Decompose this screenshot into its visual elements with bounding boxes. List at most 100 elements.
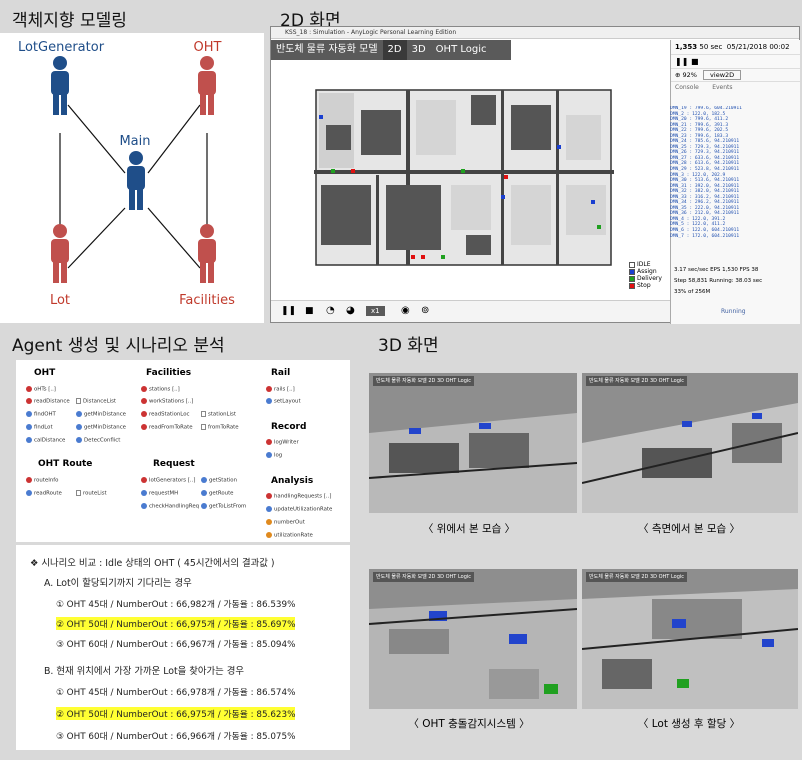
oht-item-ohts[interactable]: oHTs [..] (26, 386, 56, 393)
legend-swatch-idle (629, 261, 635, 268)
oop-modeling-panel: 객체지향 모델링 LotGenerator OHT Main Lot Facil… (0, 0, 266, 325)
panel4-heading: 3D 화면 (378, 336, 439, 356)
case-a-row-2: ② OHT 50대 / NumberOut : 66,975개 / 가동율 : … (56, 617, 296, 630)
caption-collision: 〈 OHT 충돌감지시스템 〉 (408, 718, 530, 730)
3d-lot-assign-image: 반도체 물류 자동화 모델 2D 3D OHT Logic (582, 569, 798, 709)
diagram-area (0, 33, 264, 323)
tab-oht-logic[interactable]: OHT Logic (431, 40, 492, 60)
req-item-checkhandlingreq[interactable]: checkHandlingReq (141, 503, 199, 510)
3d-lot-assign-tabs: 반도체 물류 자동화 모델 2D 3D OHT Logic (586, 572, 688, 582)
legend-delivery: Delivery (629, 275, 662, 282)
time-readout: 1,353 50 sec 05/21/2018 00:02 (675, 43, 790, 51)
oht-item-findoht[interactable]: findOHT (26, 411, 56, 418)
rail-item-rails[interactable]: rails [..] (266, 386, 295, 393)
slower-icon[interactable]: ◔ (326, 305, 335, 316)
tab-console[interactable]: Console (675, 84, 699, 91)
oht-item-detecconflict[interactable]: DetecConflict (76, 437, 120, 444)
req-item-gettolistfrom[interactable]: getToListFrom (201, 503, 246, 510)
route-item-readroute[interactable]: readRoute (26, 490, 62, 497)
running-status: Running (721, 308, 746, 315)
analysis-section-title: Analysis (271, 476, 314, 486)
oht-item-getmindistance[interactable]: getMinDistance (76, 411, 126, 418)
scenario-title: ❖ 시나리오 비교 : Idle 상태의 OHT ( 45시간에서의 결과값 ) (30, 558, 275, 569)
stop-small-icon[interactable]: ■ (691, 57, 699, 66)
view-select[interactable]: view2D (703, 70, 742, 80)
legend-swatch-stop (629, 282, 635, 289)
oht-label: OHT (193, 40, 222, 55)
fac-item-stations[interactable]: stations [..] (141, 386, 180, 393)
3d-collision-tabs: 반도체 물류 자동화 모델 2D 3D OHT Logic (373, 572, 475, 582)
nav-toolbar: ❚❚ ■ (671, 54, 800, 68)
tab-3d[interactable]: 3D (407, 40, 431, 60)
fac-item-fromtorate[interactable]: fromToRate (201, 424, 239, 431)
realtime-icon[interactable]: ◉ (401, 305, 410, 316)
fac-item-readfromtorate[interactable]: readFromToRate (141, 424, 193, 431)
legend-stop: Stop (629, 282, 662, 289)
facilities-section-title: Facilities (146, 368, 192, 378)
main-person-icon (127, 151, 145, 210)
analysis-item-updateutilizationrate[interactable]: updateUtilizationRate (266, 506, 332, 513)
3d-lot-scene (582, 589, 798, 709)
agent-scenario-panel: Agent 생성 및 시나리오 분석 OHT oHTs [..] readDis… (0, 325, 364, 760)
case-b-row-1: ① OHT 45대 / NumberOut : 66,978개 / 가동율 : … (56, 688, 296, 698)
case-a-row-1: ① OHT 45대 / NumberOut : 66,982개 / 가동율 : … (56, 600, 296, 610)
facilities-label: Facilities (179, 293, 235, 308)
legend-swatch-assign (629, 268, 635, 275)
speed-label: x1 (366, 306, 385, 316)
req-item-requestmh[interactable]: requestMH (141, 490, 178, 497)
panel1-heading: 객체지향 모델링 (12, 11, 127, 31)
fac-item-stationlist[interactable]: stationList (201, 411, 236, 418)
case-b-title: B. 현재 위치에서 가장 가까운 Lot을 찾아가는 경우 (44, 666, 244, 677)
tab-2d[interactable]: 2D (382, 40, 407, 60)
fac-item-workstations[interactable]: workStations [..] (141, 398, 193, 405)
2d-view-panel: 2D 화면 KSS_18 : Simulation - AnyLogic Per… (266, 0, 802, 325)
zoom-value[interactable]: 92% (683, 71, 697, 79)
run-controls: ❚❚ ■ ◔ ◕ x1 ◉ ⊚ (271, 300, 671, 322)
analysis-item-numberout[interactable]: numberOut (266, 519, 305, 526)
tab-events[interactable]: Events (712, 84, 732, 91)
console-log: DMN_19 : 799.6, 604.210911 DMN_2 : 122.0,… (670, 106, 790, 258)
stats-step: Step 58,831 Running: 38.03 sec (674, 278, 763, 284)
request-section-title: Request (153, 459, 195, 469)
oht-item-findlot[interactable]: findLot (26, 424, 53, 431)
analysis-item-utilizationrate[interactable]: utilizationRate (266, 532, 313, 539)
lot-label: Lot (49, 293, 71, 308)
max-speed-icon[interactable]: ⊚ (421, 305, 429, 316)
oht-item-caldistance[interactable]: calDistance (26, 437, 65, 444)
window-title: KSS_18 : Simulation - AnyLogic Personal … (271, 27, 799, 39)
oht-item-getmindistance-2[interactable]: getMinDistance (76, 424, 126, 431)
req-item-getstation[interactable]: getStation (201, 477, 237, 484)
route-item-routelist[interactable]: routeList (76, 490, 107, 497)
oht-item-readdistance[interactable]: readDistance (26, 398, 70, 405)
route-item-routeinfo[interactable]: routeInfo (26, 477, 58, 484)
stats-area: 3.17 sec/sec EPS 1,530 FPS 38 Step 58,83… (674, 265, 796, 298)
case-a-row-3: ③ OHT 60대 / NumberOut : 66,967개 / 가동율 : … (56, 640, 296, 650)
oht-section-title: OHT (34, 368, 56, 378)
faster-icon[interactable]: ◕ (346, 305, 355, 316)
agent-structure-box: OHT oHTs [..] readDistance DistanceList … (16, 360, 350, 542)
3d-top-view-tabs: 반도체 물류 자동화 모델 2D 3D OHT Logic (373, 376, 475, 386)
oht-route-section-title: OHT Route (38, 459, 93, 469)
lot-person-icon (51, 224, 69, 283)
record-item-logwriter[interactable]: logWriter (266, 439, 299, 446)
record-item-log[interactable]: log (266, 452, 282, 459)
rail-item-setlayout[interactable]: setLayout (266, 398, 301, 405)
stop-icon[interactable]: ■ (305, 306, 314, 316)
3d-side-view-image: 반도체 물류 자동화 모델 2D 3D OHT Logic (582, 373, 798, 513)
fab-layout-2d (314, 89, 614, 266)
req-item-lotgenerators[interactable]: lotGenerators [..] (141, 477, 195, 484)
oht-item-distancelist[interactable]: DistanceList (76, 398, 116, 405)
analysis-item-handlingrequests[interactable]: handlingRequests [..] (266, 493, 331, 500)
caption-top-view: 〈 위에서 본 모습 〉 (422, 523, 516, 535)
pause-small-icon[interactable]: ❚❚ (675, 57, 688, 66)
record-section-title: Record (271, 422, 307, 432)
pause-icon[interactable]: ❚❚ (281, 306, 296, 316)
memory-readout: 33% of 256M (674, 289, 711, 295)
status-legend: IDLE Assign Delivery Stop (629, 261, 662, 289)
scenario-box: ❖ 시나리오 비교 : Idle 상태의 OHT ( 45시간에서의 결과값 )… (16, 545, 350, 750)
req-item-getroute[interactable]: getRoute (201, 490, 234, 497)
caption-lot-assign: 〈 Lot 생성 후 할당 〉 (637, 718, 741, 730)
tab-model[interactable]: 반도체 물류 자동화 모델 (271, 40, 383, 60)
fac-item-readstationloc[interactable]: readStationLoc (141, 411, 189, 418)
3d-top-scene (369, 413, 577, 513)
